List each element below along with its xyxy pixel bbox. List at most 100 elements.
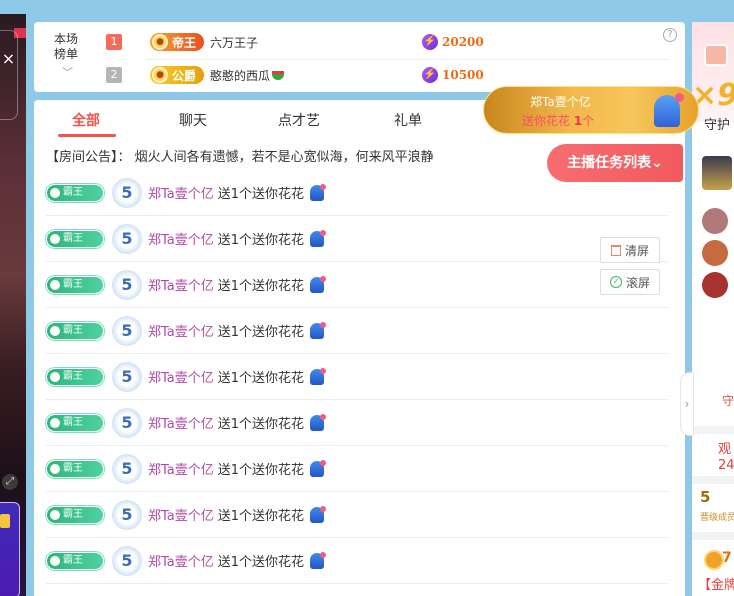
chat-username[interactable]: 郑Ta壹个亿 (148, 459, 214, 478)
chat-message-list[interactable]: 霸王 5 郑Ta壹个亿 送1个送你花花 霸王 5 郑Ta壹个亿 送1个送你花花 … (34, 177, 685, 596)
rank-number: 2 (106, 67, 122, 83)
flower-gift-icon (310, 321, 327, 339)
rank-user-name: 憨憨的西瓜 (210, 68, 271, 83)
flower-gift-icon (310, 367, 327, 385)
fan-club-badge: 霸王 (46, 275, 104, 294)
chat-text: 送1个送你花花 (217, 233, 305, 248)
chat-text: 送1个送你花花 (217, 325, 305, 340)
chat-username[interactable]: 郑Ta壹个亿 (148, 229, 214, 248)
fan-club-badge: 霸王 (46, 551, 104, 570)
fan-level: 5 (700, 488, 711, 506)
chat-username[interactable]: 郑Ta壹个亿 (148, 275, 214, 294)
avatar[interactable] (702, 156, 732, 190)
fan-club-badge: 霸王 (46, 321, 104, 340)
user-level-badge: 5 (112, 315, 142, 346)
gift-sender: 郑Ta壹个亿 (530, 95, 591, 109)
tab-active-indicator (58, 134, 116, 137)
fan-club-badge: 霸王 (46, 505, 104, 524)
avatar[interactable] (702, 240, 728, 266)
chat-username[interactable]: 郑Ta壹个亿 (148, 321, 214, 340)
calendar-icon[interactable] (704, 44, 728, 66)
flower-gift-icon (654, 93, 684, 127)
chat-username[interactable]: 郑Ta壹个亿 (148, 413, 214, 432)
lightning-icon: ⚡ (422, 67, 438, 83)
gift-notification: 郑Ta壹个亿 送你花花 1个 (483, 86, 699, 134)
trash-icon (610, 244, 621, 256)
help-icon[interactable]: ? (663, 28, 677, 42)
flower-gift-icon (310, 459, 327, 477)
fan-club-badge: 霸王 (46, 367, 104, 386)
rank-row[interactable]: 1 ● 帝王 六万王子 (106, 31, 258, 53)
rank-score: ⚡ 20200 (422, 34, 484, 50)
chat-message: 霸王 5 郑Ta壹个亿 送1个送你花花 (46, 400, 668, 446)
fan-level-sub: 晋级成员 (700, 513, 734, 523)
chat-text: 送1个送你花花 (217, 555, 305, 570)
fan-club-badge: 霸王 (46, 459, 104, 478)
promo-badge-icon (0, 514, 10, 528)
tab-talent[interactable]: 点才艺 (278, 110, 320, 130)
live-video-strip: × ⤢ (0, 14, 26, 596)
guard-link[interactable]: 守 (722, 392, 734, 409)
avatar[interactable] (702, 208, 728, 234)
lightning-icon: ⚡ (422, 34, 438, 50)
fan-club-badge: 霸王 (46, 183, 104, 202)
divider (692, 426, 734, 434)
chat-message: 霸王 5 郑Ta壹个亿 送1个送你花花 (46, 262, 668, 308)
chat-panel: 全部 聊天 点才艺 礼单 【房间公告】： 烟火人间各有遗憾，若不是心宽似海，何来… (34, 100, 685, 596)
chevron-left-icon[interactable]: › (680, 372, 694, 436)
guard-title[interactable]: 守护 (704, 114, 730, 133)
chat-message: 霸王 5 郑Ta壹个亿 送1个送你花花 (46, 354, 668, 400)
fan-club-badge: 霸王 (46, 413, 104, 432)
ranking-title: 本场榜单 (54, 32, 79, 61)
chat-text: 送1个送你花花 (217, 463, 305, 478)
medal-icon: ● (152, 34, 168, 50)
watermelon-icon (272, 70, 285, 80)
expand-icon[interactable]: ⤢ (2, 474, 18, 490)
viewers-count[interactable]: 观 24 (718, 442, 734, 474)
flower-gift-icon (310, 505, 327, 523)
flower-gift-icon (310, 551, 327, 569)
chat-message: 霸王 5 郑Ta壹个亿 送1个送你花花 (46, 492, 668, 538)
close-icon: × (1, 49, 16, 68)
chat-username[interactable]: 郑Ta壹个亿 (148, 551, 214, 570)
check-circle-icon: ✓ (609, 276, 622, 288)
chat-text: 送1个送你花花 (217, 279, 305, 294)
user-level-badge: 5 (112, 407, 142, 438)
scroll-screen-button[interactable]: ✓ 滚屏 (600, 269, 660, 295)
chat-message: 霸王 5 郑Ta壹个亿 送1个送你花花 (46, 446, 668, 492)
chat-username[interactable]: 郑Ta壹个亿 (148, 183, 214, 202)
clear-screen-button[interactable]: 清屏 (600, 237, 660, 263)
chat-text: 送1个送你花花 (217, 187, 305, 202)
divider (146, 59, 669, 60)
noble-badge: ● 公爵 (150, 66, 205, 84)
user-level-badge: 5 (112, 269, 142, 300)
chat-text: 送1个送你花花 (217, 417, 305, 432)
user-level-badge: 5 (112, 545, 142, 576)
flower-gift-icon (310, 229, 327, 247)
user-level-badge: 5 (112, 223, 142, 254)
chat-message: 霸王 5 郑Ta壹个亿 送1个送你花花 (46, 308, 668, 354)
rank-row[interactable]: 2 ● 公爵 憨憨的西瓜 (106, 64, 285, 86)
chat-message: 霸王 5 郑Ta壹个亿 送1个送你花花 (46, 538, 668, 584)
chevron-down-icon[interactable]: ﹀ (62, 64, 73, 80)
chat-message: 霸王 5 郑Ta壹个亿 送1个送你花花 (46, 216, 668, 262)
divider (692, 476, 734, 484)
gold-label[interactable]: 【金牌 (698, 574, 734, 593)
chat-username[interactable]: 郑Ta壹个亿 (148, 505, 214, 524)
chat-username[interactable]: 郑Ta壹个亿 (148, 367, 214, 386)
avatar[interactable] (702, 272, 728, 298)
divider (692, 532, 734, 540)
medal-icon: ● (152, 67, 168, 83)
close-button[interactable]: × (0, 30, 18, 120)
tab-chat[interactable]: 聊天 (179, 110, 207, 130)
tab-gift-list[interactable]: 礼单 (394, 110, 422, 130)
tab-all[interactable]: 全部 (72, 110, 100, 130)
gift-detail: 送你花花 1个 (522, 114, 595, 128)
user-level-badge: 5 (112, 177, 142, 208)
user-level-badge: 5 (112, 499, 142, 530)
ranking-panel: 本场榜单 ﹀ ? 1 ● 帝王 六万王子 ⚡ 20200 2 ● 公爵 憨憨的西瓜 ⚡… (34, 22, 685, 92)
room-announcement: 【房间公告】： 烟火人间各有遗憾，若不是心宽似海，何来风平浪静 (46, 150, 434, 165)
rank-user-name: 六万王子 (210, 35, 259, 50)
noble-badge: ● 帝王 (150, 33, 205, 51)
chat-message: 霸王 5 郑Ta壹个亿 送1个送你花花 (46, 170, 668, 216)
